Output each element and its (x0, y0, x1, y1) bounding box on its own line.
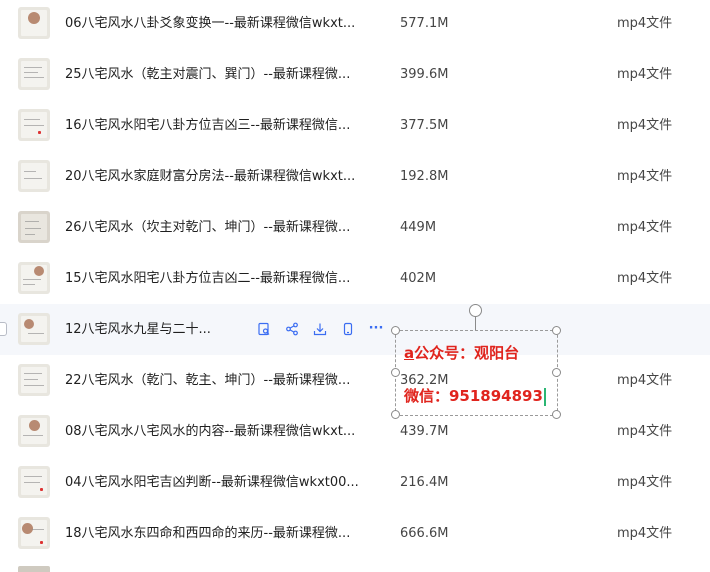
video-thumbnail (18, 364, 50, 396)
file-size: 399.6M (400, 67, 449, 82)
file-name[interactable]: 12八宅风水九星与二十... (65, 304, 211, 355)
video-thumbnail (18, 415, 50, 447)
video-thumbnail (18, 517, 50, 549)
video-thumbnail (18, 313, 50, 345)
rotate-handle[interactable] (469, 304, 482, 317)
phone-icon[interactable] (339, 320, 357, 338)
file-row-hovered[interactable]: 12八宅风水九星与二十... ··· (0, 304, 710, 355)
more-icon[interactable]: ··· (367, 320, 385, 338)
file-size: 377.5M (400, 118, 449, 133)
video-thumbnail (18, 466, 50, 498)
file-row[interactable]: 04八宅风水阳宅吉凶判断--最新课程微信wkxt00... 216.4M mp4… (0, 457, 710, 508)
file-size: 402M (400, 271, 437, 286)
video-thumbnail (18, 160, 50, 192)
video-thumbnail (18, 109, 50, 141)
video-thumbnail (18, 7, 50, 39)
text-caret (543, 387, 546, 406)
row-checkbox[interactable] (0, 322, 7, 336)
resize-handle[interactable] (391, 326, 400, 335)
file-size: 192.8M (400, 169, 449, 184)
file-size: 666.6M (400, 526, 449, 541)
file-type: mp4文件 (617, 475, 673, 490)
file-name[interactable]: 25八宅风水（乾主对震门、巽门）--最新课程微... (65, 49, 350, 100)
file-row[interactable]: 06八宅风水八卦爻象变换一--最新课程微信wkxt... 577.1M mp4文… (0, 0, 710, 49)
next-row-thumbnail (18, 566, 50, 572)
overlay-text-line2: 微信：951894893 (404, 385, 546, 406)
preview-icon[interactable] (255, 320, 273, 338)
file-size: 216.4M (400, 475, 449, 490)
file-row[interactable]: 16八宅风水阳宅八卦方位吉凶三--最新课程微信... 377.5M mp4文件 (0, 100, 710, 151)
file-name[interactable]: 06八宅风水八卦爻象变换一--最新课程微信wkxt... (65, 0, 355, 49)
file-name[interactable]: 04八宅风水阳宅吉凶判断--最新课程微信wkxt00... (65, 457, 359, 508)
file-size: 449M (400, 220, 437, 235)
resize-handle[interactable] (391, 410, 400, 419)
file-row[interactable]: 18八宅风水东四命和西四命的来历--最新课程微... 666.6M mp4文件 (0, 508, 710, 559)
file-size: 577.1M (400, 16, 449, 31)
file-row[interactable]: 22八宅风水（乾门、乾主、坤门）--最新课程微... 362.2M mp4文件 (0, 355, 710, 406)
download-icon[interactable] (311, 320, 329, 338)
file-name[interactable]: 22八宅风水（乾门、乾主、坤门）--最新课程微... (65, 355, 350, 406)
file-row[interactable]: 25八宅风水（乾主对震门、巽门）--最新课程微... 399.6M mp4文件 (0, 49, 710, 100)
file-type: mp4文件 (617, 118, 673, 133)
file-row[interactable]: 26八宅风水（坎主对乾门、坤门）--最新课程微... 449M mp4文件 (0, 202, 710, 253)
resize-handle[interactable] (391, 368, 400, 377)
video-thumbnail (18, 211, 50, 243)
resize-handle[interactable] (552, 410, 561, 419)
resize-handle[interactable] (552, 368, 561, 377)
file-row[interactable]: 20八宅风水家庭财富分房法--最新课程微信wkxt... 192.8M mp4文… (0, 151, 710, 202)
rotate-line (475, 315, 476, 330)
video-thumbnail (18, 262, 50, 294)
file-type: mp4文件 (617, 67, 673, 82)
file-row[interactable]: 15八宅风水阳宅八卦方位吉凶二--最新课程微信... 402M mp4文件 (0, 253, 710, 304)
file-name[interactable]: 18八宅风水东四命和西四命的来历--最新课程微... (65, 508, 350, 559)
overlay-text-line1: a公众号：观阳台 (404, 344, 520, 362)
file-type: mp4文件 (617, 16, 673, 31)
file-name[interactable]: 08八宅风水八宅风水的内容--最新课程微信wkxt... (65, 406, 355, 457)
file-type: mp4文件 (617, 220, 673, 235)
file-name[interactable]: 20八宅风水家庭财富分房法--最新课程微信wkxt... (65, 151, 355, 202)
file-type: mp4文件 (617, 169, 673, 184)
file-row[interactable]: 08八宅风水八宅风水的内容--最新课程微信wkxt... 439.7M mp4文… (0, 406, 710, 457)
file-type: mp4文件 (617, 271, 673, 286)
video-thumbnail (18, 58, 50, 90)
file-name[interactable]: 15八宅风水阳宅八卦方位吉凶二--最新课程微信... (65, 253, 350, 304)
file-type: mp4文件 (617, 373, 673, 388)
share-icon[interactable] (283, 320, 301, 338)
file-type: mp4文件 (617, 526, 673, 541)
file-name[interactable]: 26八宅风水（坎主对乾门、坤门）--最新课程微... (65, 202, 350, 253)
file-name[interactable]: 16八宅风水阳宅八卦方位吉凶三--最新课程微信... (65, 100, 350, 151)
file-type: mp4文件 (617, 424, 673, 439)
resize-handle[interactable] (552, 326, 561, 335)
